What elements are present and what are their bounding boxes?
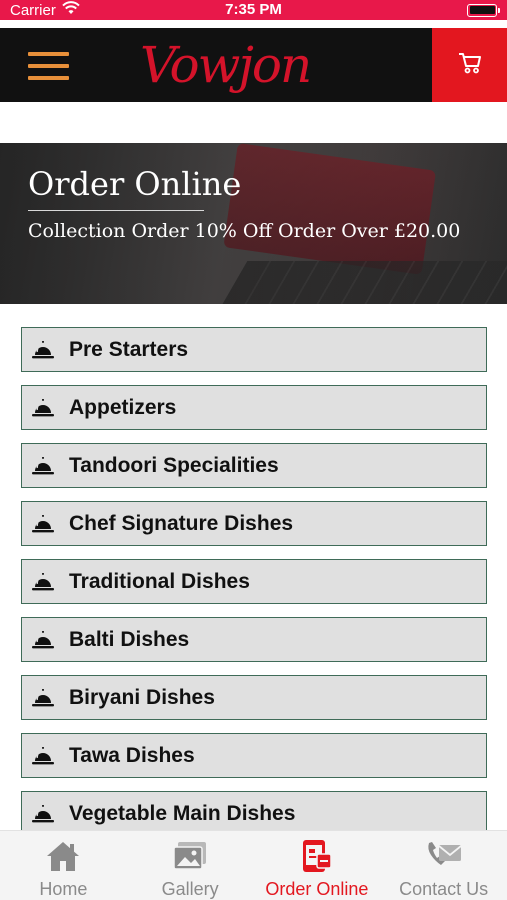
app-header: Vowjon: [0, 28, 507, 102]
wifi-icon: [62, 1, 80, 19]
category-label: Balti Dishes: [69, 627, 190, 651]
cloche-icon: [30, 395, 56, 421]
category-item[interactable]: Pre Starters: [21, 327, 487, 372]
gallery-icon: [172, 837, 208, 875]
category-item[interactable]: Chef Signature Dishes: [21, 501, 487, 546]
cloche-icon: [30, 801, 56, 827]
category-item[interactable]: Traditional Dishes: [21, 559, 487, 604]
tab-contact-us[interactable]: Contact Us: [380, 831, 507, 900]
contact-icon: [425, 837, 463, 875]
cloche-icon: [30, 743, 56, 769]
category-label: Appetizers: [69, 395, 177, 419]
category-label: Chef Signature Dishes: [69, 511, 294, 535]
page-title: Order Online: [28, 165, 242, 203]
category-label: Traditional Dishes: [69, 569, 250, 593]
category-item[interactable]: Tandoori Specialities: [21, 443, 487, 488]
brand-logo: Vowjon: [140, 36, 312, 94]
tab-order-online[interactable]: Order Online: [254, 831, 381, 900]
category-item[interactable]: Biryani Dishes: [21, 675, 487, 720]
tab-home[interactable]: Home: [0, 831, 127, 900]
cloche-icon: [30, 511, 56, 537]
order-online-icon: [299, 837, 335, 875]
menu-category-list: Pre Starters Appetizers Tandoori Special…: [21, 327, 487, 849]
cloche-icon: [30, 569, 56, 595]
tab-gallery[interactable]: Gallery: [127, 831, 254, 900]
cloche-icon: [30, 627, 56, 653]
battery-icon: [467, 3, 500, 17]
status-bar: Carrier 7:35 PM: [0, 0, 507, 20]
cloche-icon: [30, 337, 56, 363]
cart-icon: [458, 52, 482, 79]
tab-label: Contact Us: [399, 879, 489, 899]
hero-banner: Order Online Collection Order 10% Off Or…: [0, 143, 507, 304]
cloche-icon: [30, 685, 56, 711]
cart-button[interactable]: [432, 28, 507, 102]
category-item[interactable]: Tawa Dishes: [21, 733, 487, 778]
category-item[interactable]: Appetizers: [21, 385, 487, 430]
hamburger-menu-icon[interactable]: [28, 52, 69, 80]
home-icon: [45, 837, 81, 875]
category-label: Tandoori Specialities: [69, 453, 279, 477]
bottom-tab-bar: Home Gallery Order Online Contact Us: [0, 830, 507, 900]
tab-label: Order Online: [265, 879, 369, 899]
category-item[interactable]: Balti Dishes: [21, 617, 487, 662]
category-label: Pre Starters: [69, 337, 189, 361]
category-label: Tawa Dishes: [69, 743, 195, 767]
category-label: Vegetable Main Dishes: [69, 801, 296, 825]
title-divider: [28, 210, 204, 211]
cloche-icon: [30, 453, 56, 479]
category-label: Biryani Dishes: [69, 685, 215, 709]
carrier-label: Carrier: [10, 1, 56, 19]
offer-text: Collection Order 10% Off Order Over £20.…: [28, 220, 461, 242]
tab-label: Home: [39, 879, 88, 899]
tab-label: Gallery: [161, 879, 219, 899]
